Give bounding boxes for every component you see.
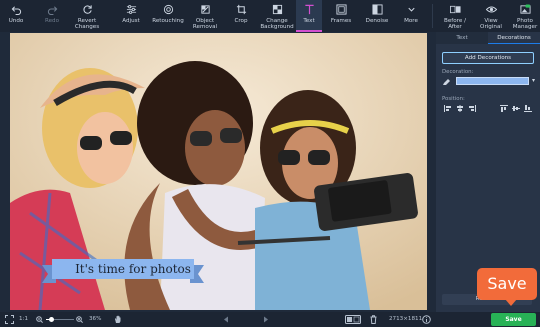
undo-icon	[11, 6, 21, 15]
undo-label: Undo	[8, 18, 24, 24]
next-image-icon[interactable]	[263, 316, 269, 323]
eraser-icon	[200, 5, 210, 14]
zoom-out-icon[interactable]	[36, 316, 43, 323]
sliders-icon	[126, 5, 136, 14]
image-dimensions: 2713×1811	[389, 316, 423, 322]
photo-editor-window: Undo Redo Revert Changes Adjust Retouchi…	[0, 0, 540, 327]
previous-image-icon[interactable]	[223, 316, 229, 323]
active-tool-indicator	[296, 30, 322, 32]
toolbar-divider	[432, 4, 433, 28]
photo-manager-icon	[519, 4, 531, 14]
denoise-label: Denoise	[365, 18, 389, 24]
info-icon[interactable]	[422, 315, 431, 324]
align-bottom-icon[interactable]	[524, 105, 532, 112]
photo-canvas[interactable]: It's time for photos	[10, 33, 427, 310]
denoise-button[interactable]: Denoise	[362, 0, 392, 32]
retouching-label: Retouching	[152, 18, 184, 24]
view-original-label-2: Original	[480, 24, 502, 30]
undo-button[interactable]: Undo	[2, 0, 30, 32]
photo-manager-label-2: Manager	[512, 24, 538, 30]
denoise-icon	[371, 4, 383, 15]
adjust-button[interactable]: Adjust	[116, 0, 146, 32]
position-valign-group	[500, 105, 536, 113]
before-after-icon	[449, 5, 461, 14]
hand-pan-icon[interactable]	[114, 315, 122, 324]
object-removal-button[interactable]: Object Removal	[189, 0, 221, 32]
change-bg-label-2: Background	[260, 24, 294, 30]
position-label: Position:	[442, 96, 465, 102]
text-tool-button[interactable]: Text	[296, 0, 322, 32]
fit-screen-icon[interactable]	[5, 315, 14, 324]
trash-icon[interactable]	[370, 315, 377, 324]
revert-icon	[82, 5, 92, 14]
crop-icon	[236, 4, 246, 15]
frame-icon	[335, 4, 347, 15]
before-after-button[interactable]: Before / After	[440, 0, 470, 32]
eye-icon	[485, 6, 497, 13]
revert-label-2: Changes	[74, 24, 100, 30]
panel-tabs: Text Decorations	[436, 32, 540, 44]
add-decorations-button[interactable]: Add Decorations	[442, 52, 534, 64]
decoration-label: Decoration:	[442, 69, 474, 75]
save-tooltip: Save	[477, 268, 537, 300]
save-tooltip-pointer	[505, 299, 517, 306]
crop-button[interactable]: Crop	[228, 0, 254, 32]
align-center-icon[interactable]	[456, 105, 464, 112]
adjust-label: Adjust	[122, 18, 140, 24]
chevron-down-icon[interactable]: ▾	[532, 77, 535, 85]
save-button[interactable]: Save	[491, 313, 536, 326]
decoration-picker-row: ▾	[442, 77, 535, 86]
before-after-label-2: After	[448, 24, 462, 30]
pencil-icon[interactable]	[442, 78, 451, 86]
align-middle-icon[interactable]	[512, 105, 520, 112]
revert-changes-button[interactable]: Revert Changes	[70, 0, 104, 32]
frames-button[interactable]: Frames	[326, 0, 356, 32]
align-top-icon[interactable]	[500, 105, 508, 112]
more-button[interactable]: More	[398, 0, 424, 32]
frames-label: Frames	[330, 18, 352, 24]
main-toolbar: Undo Redo Revert Changes Adjust Retouchi…	[0, 0, 540, 32]
text-tool-label: Text	[303, 18, 315, 24]
zoom-slider-handle[interactable]	[49, 317, 55, 322]
background-icon	[272, 4, 282, 15]
more-label: More	[404, 18, 418, 24]
actual-size-button[interactable]: 1:1	[19, 312, 28, 327]
decoration-select[interactable]	[456, 77, 529, 85]
object-removal-label-2: Removal	[192, 24, 218, 30]
banner-caption-text[interactable]: It's time for photos	[52, 259, 214, 279]
retouch-icon	[163, 4, 173, 15]
retouching-button[interactable]: Retouching	[151, 0, 185, 32]
compare-view-icon[interactable]	[345, 315, 361, 324]
tab-text[interactable]: Text	[436, 32, 488, 44]
tab-decorations[interactable]: Decorations	[488, 32, 540, 44]
chevron-down-icon	[407, 7, 415, 12]
redo-button[interactable]: Redo	[38, 0, 66, 32]
zoom-level: 36%	[89, 316, 102, 322]
position-align-group	[444, 105, 484, 113]
redo-label: Redo	[44, 18, 60, 24]
align-right-icon[interactable]	[468, 105, 476, 112]
zoom-in-icon[interactable]	[76, 316, 83, 323]
change-background-button[interactable]: Change Background	[258, 0, 296, 32]
align-left-icon[interactable]	[444, 105, 452, 112]
redo-icon	[47, 6, 57, 15]
bottom-status-bar: 1:1 36% 2713×1811	[0, 312, 436, 327]
text-icon	[304, 4, 314, 15]
crop-label: Crop	[234, 18, 248, 24]
view-original-button[interactable]: View Original	[476, 0, 506, 32]
photo-manager-button[interactable]: Photo Manager	[510, 0, 540, 32]
